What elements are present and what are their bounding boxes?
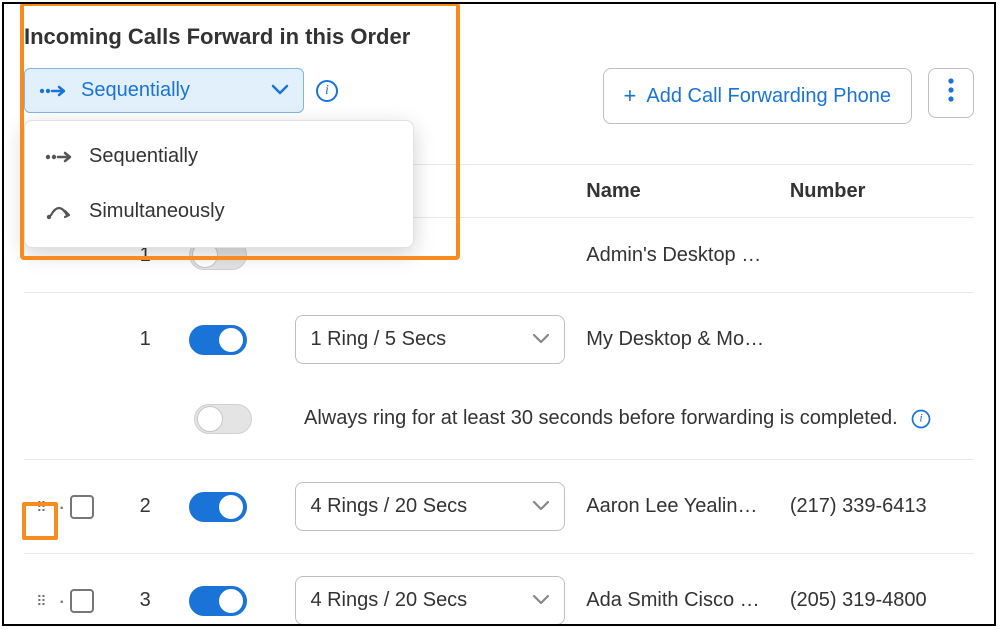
order-cell: 2 (102, 495, 189, 518)
more-actions-button[interactable] (928, 68, 974, 118)
forward-mode-option-simultaneously[interactable]: Simultaneously (25, 184, 413, 239)
always-ring-row: Always ring for at least 30 seconds befo… (24, 386, 974, 460)
add-call-forwarding-button[interactable]: + Add Call Forwarding Phone (603, 68, 912, 124)
simultaneous-icon (45, 203, 73, 221)
sequential-icon (45, 149, 73, 165)
sequential-icon (39, 83, 67, 99)
name-cell: Aaron Lee Yealin… (586, 495, 790, 518)
active-toggle[interactable] (189, 325, 247, 355)
ring-duration-select[interactable]: 1 Ring / 5 Secs (295, 315, 565, 364)
table-row: ⠿ 3 4 Rings / 20 Secs Ada Smith Cisco … … (24, 554, 974, 626)
info-icon[interactable]: i (911, 409, 930, 428)
table-row: 1 1 Ring / 5 Secs My Desktop & Mo… (24, 293, 974, 386)
plus-icon: + (624, 83, 637, 109)
chevron-down-icon (532, 589, 550, 612)
name-cell: Ada Smith Cisco … (586, 589, 790, 612)
add-button-label: Add Call Forwarding Phone (646, 85, 891, 108)
drag-handle[interactable]: ⠿ (24, 503, 63, 511)
ring-duration-value: 4 Rings / 20 Secs (310, 589, 467, 612)
page-title: Incoming Calls Forward in this Order (24, 24, 974, 50)
forward-mode-menu: Sequentially Simultaneously (24, 120, 414, 248)
kebab-icon (947, 77, 955, 110)
number-cell: (205) 319-4800 (790, 589, 974, 612)
col-header-name: Name (586, 180, 790, 203)
number-cell: (217) 339-6413 (790, 495, 974, 518)
menu-item-label: Sequentially (89, 145, 198, 168)
row-checkbox[interactable] (70, 495, 94, 519)
forward-mode-dropdown[interactable]: Sequentially (24, 68, 304, 113)
name-cell: My Desktop & Mo… (586, 328, 790, 351)
drag-handle[interactable]: ⠿ (24, 597, 63, 605)
table-row: ⠿ 2 4 Rings / 20 Secs Aaron Lee Yealin… … (24, 460, 974, 554)
forward-mode-label: Sequentially (81, 79, 257, 102)
always-ring-toggle[interactable] (194, 404, 252, 434)
menu-item-label: Simultaneously (89, 200, 225, 223)
chevron-down-icon (271, 79, 289, 102)
info-icon[interactable]: i (316, 80, 338, 102)
forward-mode-option-sequentially[interactable]: Sequentially (25, 129, 413, 184)
chevron-down-icon (532, 495, 550, 518)
order-cell: 1 (102, 328, 189, 351)
active-toggle[interactable] (189, 492, 247, 522)
ring-duration-value: 1 Ring / 5 Secs (310, 328, 446, 351)
col-header-number: Number (790, 180, 974, 203)
chevron-down-icon (532, 328, 550, 351)
ring-duration-value: 4 Rings / 20 Secs (310, 495, 467, 518)
ring-duration-select[interactable]: 4 Rings / 20 Secs (295, 482, 565, 531)
always-ring-text: Always ring for at least 30 seconds befo… (304, 407, 898, 430)
row-checkbox[interactable] (70, 589, 94, 613)
ring-duration-select[interactable]: 4 Rings / 20 Secs (295, 576, 565, 625)
active-toggle[interactable] (189, 586, 247, 616)
order-cell: 3 (102, 589, 189, 612)
name-cell: Admin's Desktop … (586, 244, 790, 267)
